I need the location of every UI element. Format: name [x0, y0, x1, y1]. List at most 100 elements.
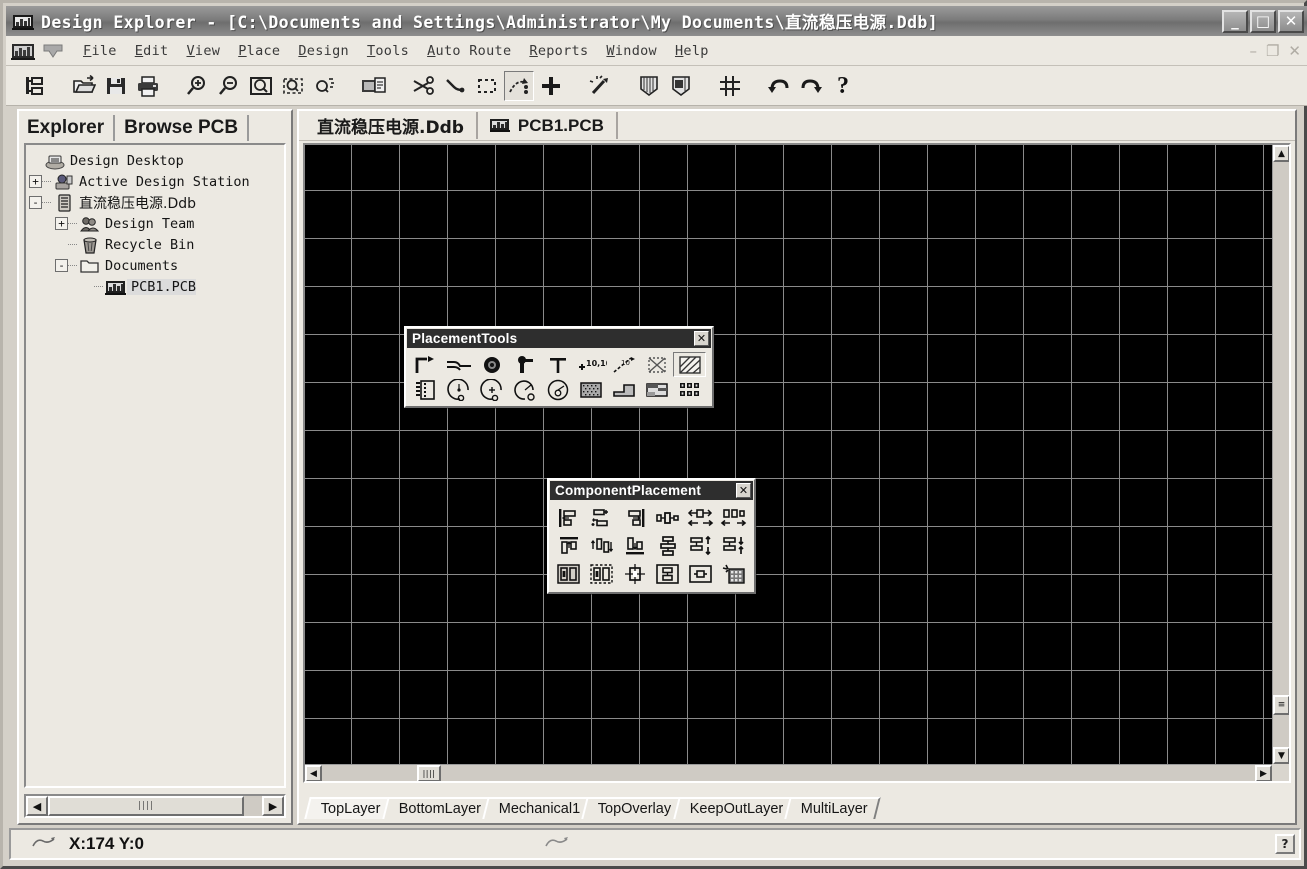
explorer-hscrollbar[interactable]: ◀ |||| ▶: [24, 794, 286, 818]
scroll-left-button[interactable]: ◀: [305, 765, 322, 781]
place-line-icon[interactable]: [442, 352, 475, 377]
zoom-area-icon[interactable]: [278, 71, 308, 101]
paste-icon[interactable]: [359, 71, 389, 101]
tree-item-design-desktop[interactable]: Design Desktop: [29, 150, 284, 171]
zoom-in-icon[interactable]: [182, 71, 212, 101]
close-icon[interactable]: ✕: [694, 331, 709, 346]
space-equally-vertical-icon[interactable]: [651, 532, 684, 560]
scroll-hthumb[interactable]: ||||: [417, 765, 441, 781]
place-plane-cutout-icon[interactable]: [640, 377, 673, 402]
place-arc-any-angle-icon[interactable]: [508, 377, 541, 402]
align-vertical-center-icon[interactable]: [585, 532, 618, 560]
tab-browse-pcb[interactable]: Browse PCB: [115, 115, 250, 141]
place-component-in-box-icon[interactable]: [684, 560, 717, 588]
design-hierarchy-icon[interactable]: [20, 71, 50, 101]
layer-tab-keepoutlayer[interactable]: KeepOutLayer: [672, 797, 796, 819]
chevron-down-icon[interactable]: [40, 40, 66, 62]
status-help-button[interactable]: ?: [1275, 834, 1295, 854]
interactive-placement-icon[interactable]: [717, 560, 750, 588]
align-bottom-icon[interactable]: [618, 532, 651, 560]
scroll-up-button[interactable]: ▲: [1273, 145, 1289, 162]
mdi-minimize-button[interactable]: –: [1249, 42, 1257, 60]
undo-icon[interactable]: [764, 71, 794, 101]
place-array-icon[interactable]: [673, 377, 706, 402]
place-full-circle-icon[interactable]: [541, 377, 574, 402]
arrange-components-in-rectangle-icon[interactable]: [585, 560, 618, 588]
cut-traces-icon[interactable]: [408, 71, 438, 101]
canvas-vscrollbar[interactable]: ▲ ≡ ▼: [1272, 145, 1289, 764]
align-horizontal-center-icon[interactable]: [585, 504, 618, 532]
browse-library-icon[interactable]: [666, 71, 696, 101]
tree-item-design-team[interactable]: + Design Team: [29, 213, 284, 234]
menu-design[interactable]: Design: [289, 40, 358, 62]
position-component-text-icon[interactable]: [651, 560, 684, 588]
minimize-button[interactable]: _: [1222, 9, 1248, 33]
close-icon[interactable]: ✕: [736, 483, 751, 498]
menu-place[interactable]: Place: [229, 40, 289, 62]
palette-title-bar[interactable]: ComponentPlacement ✕: [550, 481, 753, 500]
grid-toggle-icon[interactable]: [715, 71, 745, 101]
place-arc-edge-icon[interactable]: [475, 377, 508, 402]
layer-tab-mechanical1[interactable]: Mechanical1: [482, 797, 594, 819]
browse-component-icon[interactable]: [634, 71, 664, 101]
tree-item-recycle-bin[interactable]: Recycle Bin: [29, 234, 284, 255]
placement-tools-palette[interactable]: PlacementTools ✕ 10,1 10: [404, 326, 714, 408]
place-dimension-icon[interactable]: 10: [607, 352, 640, 377]
scroll-vthumb[interactable]: ≡: [1273, 695, 1289, 715]
increase-vertical-spacing-icon[interactable]: [684, 532, 717, 560]
layer-tab-topoverlay[interactable]: TopOverlay: [581, 797, 685, 819]
layer-tab-multilayer[interactable]: MultiLayer: [784, 797, 881, 819]
scroll-down-button[interactable]: ▼: [1273, 747, 1289, 764]
decrease-horizontal-spacing-icon[interactable]: [717, 504, 750, 532]
mdi-close-button[interactable]: ✕: [1288, 42, 1301, 60]
decrease-vertical-spacing-icon[interactable]: [717, 532, 750, 560]
close-button[interactable]: ✕: [1278, 9, 1304, 33]
tree-item-documents[interactable]: - Documents: [29, 255, 284, 276]
scroll-track[interactable]: ||||: [48, 796, 262, 816]
menu-help[interactable]: Help: [666, 40, 718, 62]
mdi-restore-button[interactable]: ❐: [1266, 42, 1279, 60]
tree-item-pcb1[interactable]: PCB1.PCB: [29, 276, 284, 297]
place-interactive-routing-icon[interactable]: [409, 352, 442, 377]
place-polygon-plane-icon[interactable]: [673, 352, 706, 377]
align-left-icon[interactable]: [552, 504, 585, 532]
document-tab-pcb1[interactable]: PCB1.PCB: [478, 112, 618, 139]
move-icon[interactable]: [536, 71, 566, 101]
tab-explorer[interactable]: Explorer: [19, 115, 116, 141]
tree-expander[interactable]: +: [55, 217, 68, 230]
place-room-icon[interactable]: [640, 352, 673, 377]
place-fill-icon[interactable]: [574, 377, 607, 402]
pcb-canvas[interactable]: [305, 145, 1272, 764]
move-to-grid-icon[interactable]: [618, 560, 651, 588]
menu-edit[interactable]: Edit: [126, 40, 178, 62]
layer-tab-bottomlayer[interactable]: BottomLayer: [381, 797, 494, 819]
tree-expander[interactable]: -: [55, 259, 68, 272]
menu-reports[interactable]: Reports: [520, 40, 597, 62]
place-split-plane-icon[interactable]: [607, 377, 640, 402]
zoom-selection-icon[interactable]: [310, 71, 340, 101]
menu-file[interactable]: File: [74, 40, 126, 62]
menu-auto-route[interactable]: Auto Route: [418, 40, 520, 62]
scroll-right-button[interactable]: ▶: [1255, 765, 1272, 781]
align-right-icon[interactable]: [618, 504, 651, 532]
place-pad-icon[interactable]: [475, 352, 508, 377]
route-icon[interactable]: [440, 71, 470, 101]
menu-window[interactable]: Window: [597, 40, 666, 62]
scroll-right-button[interactable]: ▶: [262, 796, 284, 816]
tree-item-active-design-station[interactable]: + Active Design Station: [29, 171, 284, 192]
space-equally-horizontal-icon[interactable]: [651, 504, 684, 532]
zoom-out-icon[interactable]: [214, 71, 244, 101]
tree-expander[interactable]: +: [29, 175, 42, 188]
layer-tab-toplayer[interactable]: TopLayer: [304, 797, 394, 819]
component-placement-palette[interactable]: ComponentPlacement ✕: [547, 478, 756, 594]
mdi-document-icon[interactable]: [10, 39, 36, 63]
arrange-components-in-room-icon[interactable]: [552, 560, 585, 588]
place-arc-center-icon[interactable]: [442, 377, 475, 402]
select-area-icon[interactable]: [472, 71, 502, 101]
tree-expander[interactable]: -: [29, 196, 42, 209]
document-tab-ddb[interactable]: 直流稳压电源.Ddb: [305, 112, 478, 139]
open-folder-icon[interactable]: [69, 71, 99, 101]
tree-item-database[interactable]: - 直流稳压电源.Ddb: [29, 192, 284, 213]
increase-horizontal-spacing-icon[interactable]: [684, 504, 717, 532]
canvas-hscrollbar[interactable]: ◀ |||| ▶: [305, 764, 1272, 781]
